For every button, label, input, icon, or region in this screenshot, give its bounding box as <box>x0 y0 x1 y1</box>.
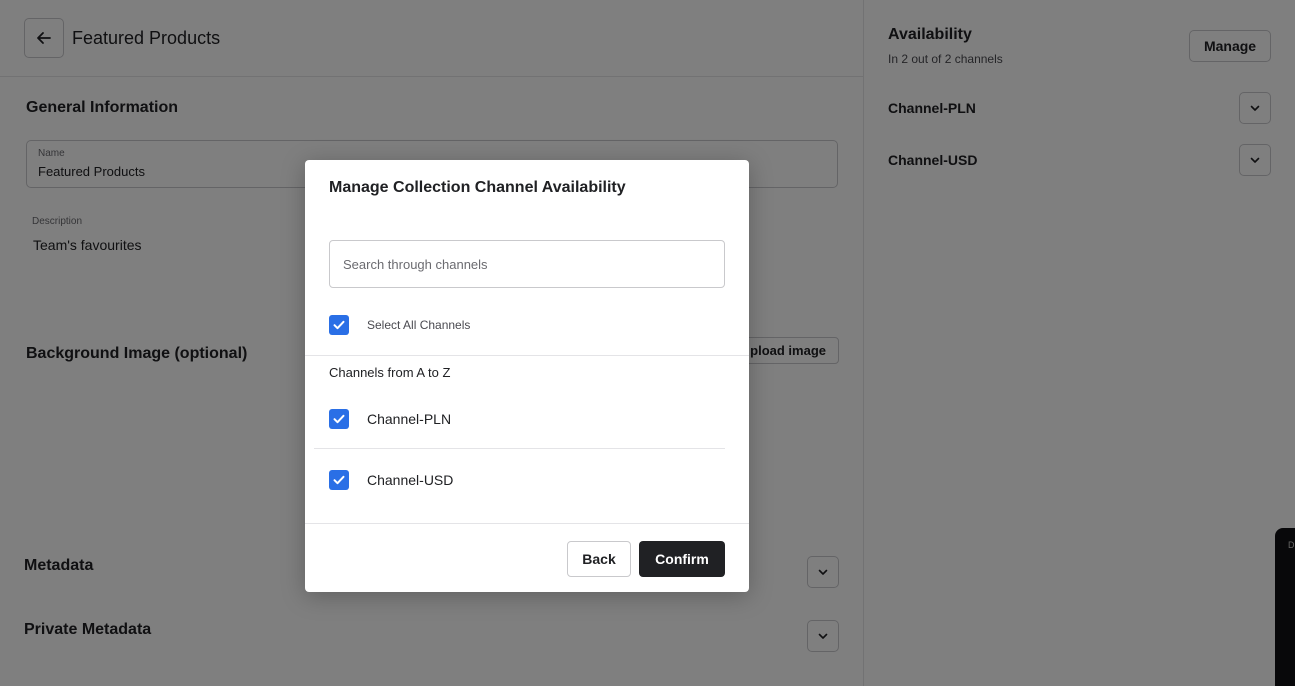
checkmark-icon <box>333 475 345 485</box>
divider <box>305 355 749 356</box>
back-button[interactable]: Back <box>567 541 631 577</box>
divider <box>305 523 749 524</box>
channel-usd-label: Channel-USD <box>367 472 454 488</box>
divider <box>314 448 725 449</box>
channel-search-input[interactable] <box>329 240 725 288</box>
select-all-label: Select All Channels <box>367 318 471 332</box>
channel-usd-checkbox[interactable] <box>329 470 349 490</box>
channel-pln-label: Channel-PLN <box>367 411 452 427</box>
checkmark-icon <box>333 414 345 424</box>
confirm-button[interactable]: Confirm <box>639 541 725 577</box>
manage-channels-dialog: Manage Collection Channel Availability S… <box>305 160 749 592</box>
dialog-title: Manage Collection Channel Availability <box>329 179 626 196</box>
select-all-checkbox[interactable] <box>329 315 349 335</box>
channel-pln-checkbox[interactable] <box>329 409 349 429</box>
checkmark-icon <box>333 320 345 330</box>
channels-group-label: Channels from A to Z <box>329 365 451 380</box>
